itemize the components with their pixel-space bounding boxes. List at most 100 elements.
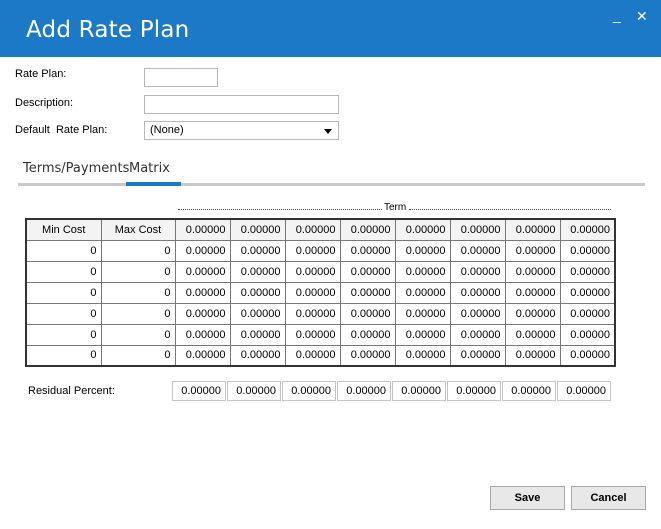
max-cost-cell[interactable]: 0 (100, 344, 176, 367)
max-cost-cell[interactable]: 0 (100, 281, 176, 304)
rate-cell[interactable]: 0.00000 (229, 260, 286, 283)
rate-cell[interactable]: 0.00000 (339, 239, 396, 262)
min-cost-cell[interactable]: 0 (25, 281, 102, 304)
min-cost-cell[interactable]: 0 (25, 323, 102, 346)
rate-cell[interactable]: 0.00000 (504, 239, 561, 262)
rate-cell[interactable]: 0.00000 (449, 302, 506, 325)
max-cost-cell[interactable]: 0 (100, 239, 176, 262)
rate-cell[interactable]: 0.00000 (394, 281, 451, 304)
min-cost-header[interactable]: Min Cost (25, 218, 102, 241)
rate-cell[interactable]: 0.00000 (284, 260, 341, 283)
residual-input[interactable]: 0.00000 (282, 381, 336, 401)
min-cost-cell[interactable]: 0 (25, 344, 102, 367)
rate-cell[interactable]: 0.00000 (504, 281, 561, 304)
rate-cell[interactable]: 0.00000 (394, 344, 451, 367)
term-header-cell[interactable]: 0.00000 (394, 218, 451, 241)
window-title: Add Rate Plan (26, 17, 190, 43)
term-header-cell[interactable]: 0.00000 (559, 218, 616, 241)
max-cost-cell[interactable]: 0 (100, 260, 176, 283)
max-cost-cell[interactable]: 0 (100, 323, 176, 346)
term-group-line-left (178, 209, 382, 211)
chevron-down-icon (324, 129, 332, 134)
term-header-cell[interactable]: 0.00000 (229, 218, 286, 241)
rate-cell[interactable]: 0.00000 (339, 260, 396, 283)
rate-cell[interactable]: 0.00000 (284, 344, 341, 367)
rate-cell[interactable]: 0.00000 (394, 323, 451, 346)
term-header-cell[interactable]: 0.00000 (174, 218, 231, 241)
rate-cell[interactable]: 0.00000 (229, 239, 286, 262)
rate-cell[interactable]: 0.00000 (174, 323, 231, 346)
residual-input[interactable]: 0.00000 (557, 381, 611, 401)
tab-active-indicator (126, 182, 181, 186)
rate-cell[interactable]: 0.00000 (394, 302, 451, 325)
min-cost-cell[interactable]: 0 (25, 260, 102, 283)
residual-input[interactable]: 0.00000 (172, 381, 226, 401)
table-row: 0 0 0.00000 0.00000 0.00000 0.00000 0.00… (25, 239, 616, 262)
rate-cell[interactable]: 0.00000 (449, 344, 506, 367)
rate-cell[interactable]: 0.00000 (504, 344, 561, 367)
residual-percent-label: Residual Percent: (28, 385, 115, 397)
rate-cell[interactable]: 0.00000 (559, 302, 616, 325)
rate-cell[interactable]: 0.00000 (449, 281, 506, 304)
rate-cell[interactable]: 0.00000 (504, 323, 561, 346)
rate-cell[interactable]: 0.00000 (229, 302, 286, 325)
term-group-label: Term (384, 202, 407, 213)
rate-cell[interactable]: 0.00000 (174, 302, 231, 325)
residual-input[interactable]: 0.00000 (447, 381, 501, 401)
rate-plan-input[interactable] (144, 68, 218, 87)
rate-cell[interactable]: 0.00000 (559, 344, 616, 367)
residual-input[interactable]: 0.00000 (337, 381, 391, 401)
rate-cell[interactable]: 0.00000 (339, 323, 396, 346)
rate-cell[interactable]: 0.00000 (559, 323, 616, 346)
rate-cell[interactable]: 0.00000 (229, 344, 286, 367)
residual-input[interactable]: 0.00000 (502, 381, 556, 401)
close-icon[interactable]: ✕ (636, 9, 648, 23)
default-rate-plan-value: (None) (150, 124, 184, 136)
max-cost-header[interactable]: Max Cost (100, 218, 176, 241)
rate-cell[interactable]: 0.00000 (504, 302, 561, 325)
rate-cell[interactable]: 0.00000 (284, 281, 341, 304)
rate-cell[interactable]: 0.00000 (449, 239, 506, 262)
tab-strip-divider (18, 183, 645, 186)
rate-cell[interactable]: 0.00000 (174, 260, 231, 283)
tab-terms-payments[interactable]: Terms/Payments (23, 161, 129, 176)
tab-matrix[interactable]: Matrix (129, 161, 170, 176)
description-input[interactable] (144, 95, 339, 114)
rate-cell[interactable]: 0.00000 (339, 281, 396, 304)
rate-cell[interactable]: 0.00000 (174, 344, 231, 367)
rate-cell[interactable]: 0.00000 (394, 260, 451, 283)
residual-input[interactable]: 0.00000 (227, 381, 281, 401)
rate-cell[interactable]: 0.00000 (339, 344, 396, 367)
term-header-cell[interactable]: 0.00000 (339, 218, 396, 241)
residual-input[interactable]: 0.00000 (392, 381, 446, 401)
max-cost-cell[interactable]: 0 (100, 302, 176, 325)
save-button[interactable]: Save (490, 486, 565, 510)
rate-cell[interactable]: 0.00000 (449, 323, 506, 346)
rate-cell[interactable]: 0.00000 (174, 281, 231, 304)
minimize-icon[interactable]: _ (613, 8, 621, 22)
term-header-cell[interactable]: 0.00000 (504, 218, 561, 241)
rate-cell[interactable]: 0.00000 (559, 239, 616, 262)
table-header-row: Min Cost Max Cost 0.00000 0.00000 0.0000… (25, 218, 616, 241)
term-header-cell[interactable]: 0.00000 (449, 218, 506, 241)
rate-cell[interactable]: 0.00000 (174, 239, 231, 262)
default-rate-plan-select[interactable]: (None) (144, 121, 339, 140)
rate-cell[interactable]: 0.00000 (559, 281, 616, 304)
min-cost-cell[interactable]: 0 (25, 302, 102, 325)
rate-cell[interactable]: 0.00000 (229, 281, 286, 304)
rate-cell[interactable]: 0.00000 (339, 302, 396, 325)
rate-cell[interactable]: 0.00000 (504, 260, 561, 283)
rate-cell[interactable]: 0.00000 (284, 302, 341, 325)
default-rate-plan-label: Default Rate Plan: (15, 124, 108, 136)
rate-cell[interactable]: 0.00000 (284, 239, 341, 262)
rate-cell[interactable]: 0.00000 (449, 260, 506, 283)
rate-cell[interactable]: 0.00000 (229, 323, 286, 346)
rate-cell[interactable]: 0.00000 (284, 323, 341, 346)
rate-matrix-table: Min Cost Max Cost 0.00000 0.00000 0.0000… (25, 218, 616, 367)
rate-cell[interactable]: 0.00000 (394, 239, 451, 262)
cancel-button[interactable]: Cancel (571, 486, 646, 510)
rate-cell[interactable]: 0.00000 (559, 260, 616, 283)
min-cost-cell[interactable]: 0 (25, 239, 102, 262)
term-header-cell[interactable]: 0.00000 (284, 218, 341, 241)
term-group-line-right (409, 209, 611, 211)
